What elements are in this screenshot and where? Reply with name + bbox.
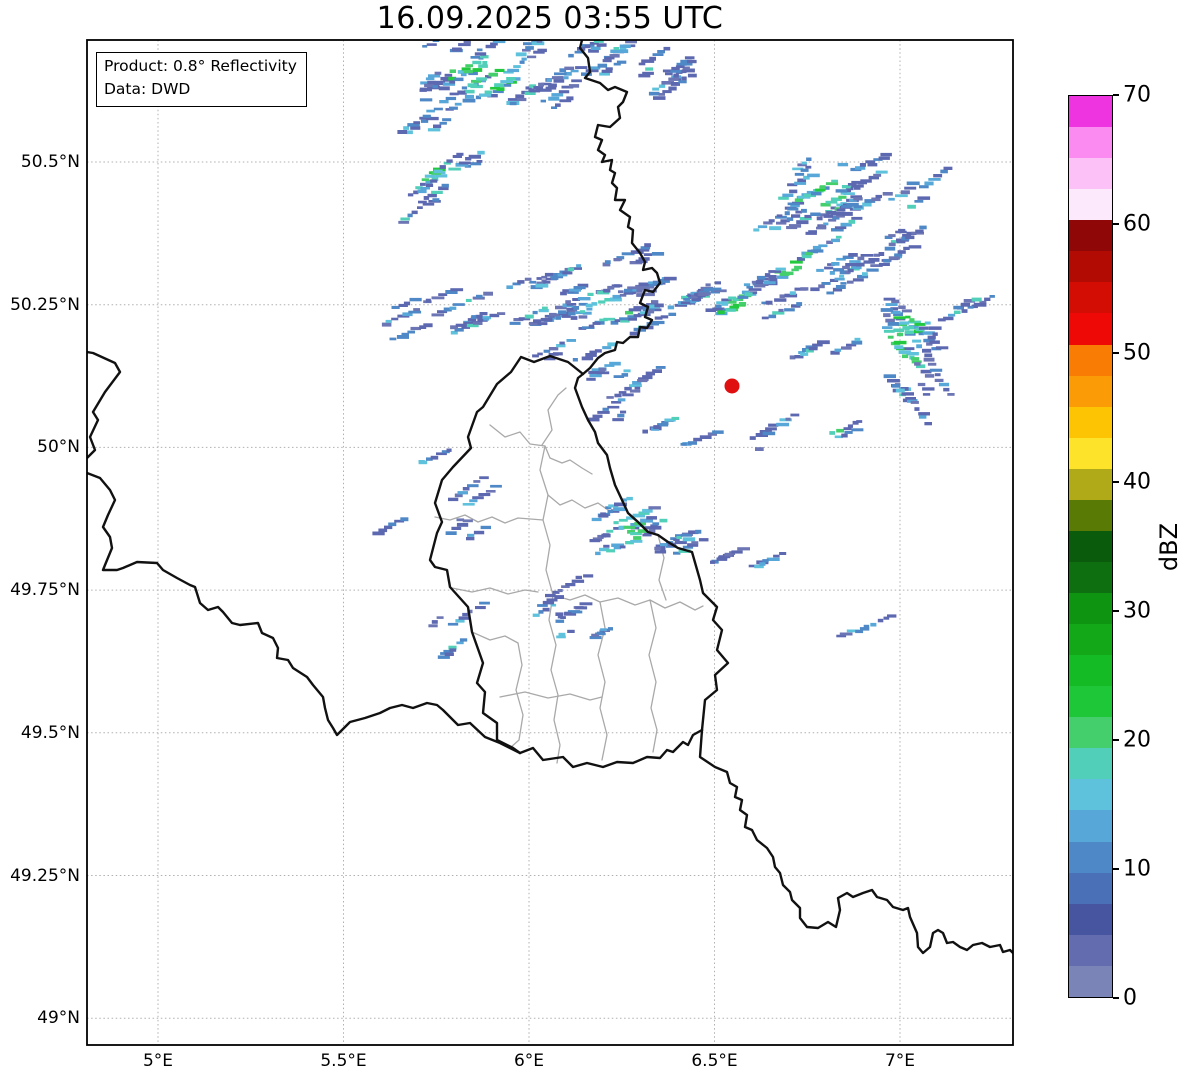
y-tick-label: 49.5°N — [20, 722, 80, 743]
colorbar-band — [1069, 251, 1112, 283]
country-border — [87, 350, 122, 460]
product-line: Product: 0.8° Reflectivity — [104, 57, 297, 75]
colorbar-band — [1069, 375, 1112, 407]
radar-site-marker — [724, 378, 740, 394]
region-border — [499, 691, 603, 701]
colorbar-tick-label: 20 — [1123, 727, 1151, 753]
region-border — [541, 387, 567, 446]
colorbar-tickmark — [1113, 610, 1119, 612]
colorbar-band — [1069, 624, 1112, 656]
colorbar-band — [1069, 220, 1112, 252]
colorbar-band — [1069, 313, 1112, 345]
colorbar-tickmark — [1113, 352, 1119, 354]
radar-echo-layer — [372, 40, 995, 659]
colorbar-band — [1069, 965, 1112, 997]
colorbar-band — [1069, 530, 1112, 562]
product-annotation-box: Product: 0.8° Reflectivity Data: DWD — [96, 52, 307, 107]
colorbar-tick-label: 70 — [1123, 82, 1151, 108]
colorbar — [1068, 95, 1113, 998]
colorbar-band — [1069, 468, 1112, 500]
colorbar-band — [1069, 344, 1112, 376]
colorbar-band — [1069, 934, 1112, 966]
colorbar-band — [1069, 593, 1112, 625]
colorbar-band — [1069, 561, 1112, 593]
region-border — [597, 601, 608, 761]
colorbar-band — [1069, 810, 1112, 842]
colorbar-band — [1069, 158, 1112, 190]
colorbar-unit-label: dBZ — [1155, 522, 1183, 572]
colorbar-band — [1069, 189, 1112, 221]
colorbar-band — [1069, 437, 1112, 469]
y-tick-label: 50°N — [37, 437, 80, 458]
x-tick-label: 5.5°E — [320, 1051, 367, 1071]
y-tick-label: 49.75°N — [10, 580, 80, 601]
x-tick-label: 7°E — [884, 1051, 916, 1071]
region-border — [434, 514, 544, 524]
y-tick-label: 50.5°N — [20, 152, 80, 172]
colorbar-tick-label: 60 — [1123, 211, 1151, 237]
radar-figure: 16.09.2025 03:55 UTC Product: 0.8° Refle… — [0, 0, 1202, 1081]
colorbar-band — [1069, 686, 1112, 718]
colorbar-band — [1069, 717, 1112, 749]
region-border — [648, 599, 658, 753]
colorbar-tickmark — [1113, 223, 1119, 225]
colorbar-tick-label: 0 — [1123, 985, 1137, 1011]
x-tick-label: 6.5°E — [691, 1051, 738, 1071]
country-border — [428, 354, 585, 755]
colorbar-tickmark — [1113, 94, 1119, 96]
country-border — [698, 728, 1013, 955]
x-tick-label: 5°E — [142, 1051, 174, 1071]
country-border — [87, 471, 522, 755]
colorbar-band — [1069, 655, 1112, 687]
colorbar-band — [1069, 406, 1112, 438]
y-tick-label: 49°N — [37, 1008, 80, 1029]
colorbar-band — [1069, 779, 1112, 811]
colorbar-tickmark — [1113, 481, 1119, 483]
colorbar-tickmark — [1113, 739, 1119, 741]
colorbar-tick-label: 40 — [1123, 469, 1151, 495]
colorbar-band — [1069, 872, 1112, 904]
radar-site-marker-layer — [724, 378, 740, 394]
colorbar-tick-label: 50 — [1123, 340, 1151, 366]
colorbar-tick-label: 10 — [1123, 856, 1151, 882]
colorbar-band — [1069, 903, 1112, 935]
colorbar-tickmark — [1113, 997, 1119, 999]
colorbar-band — [1069, 127, 1112, 159]
colorbar-tickmark — [1113, 868, 1119, 870]
region-border — [451, 587, 539, 595]
colorbar-band — [1069, 748, 1112, 780]
y-tick-label: 49.25°N — [10, 865, 80, 886]
data-source-line: Data: DWD — [104, 80, 191, 99]
colorbar-band — [1069, 282, 1112, 314]
region-border — [547, 494, 615, 513]
colorbar-tick-label: 30 — [1123, 598, 1151, 624]
radar-map — [86, 39, 1014, 1046]
region-borders-layer — [434, 387, 704, 764]
country-border — [518, 728, 704, 769]
colorbar-band — [1069, 499, 1112, 531]
colorbar-band — [1069, 841, 1112, 873]
x-tick-label: 6°E — [513, 1051, 545, 1071]
colorbar-band — [1069, 96, 1112, 128]
y-tick-label: 50.25°N — [10, 294, 80, 315]
